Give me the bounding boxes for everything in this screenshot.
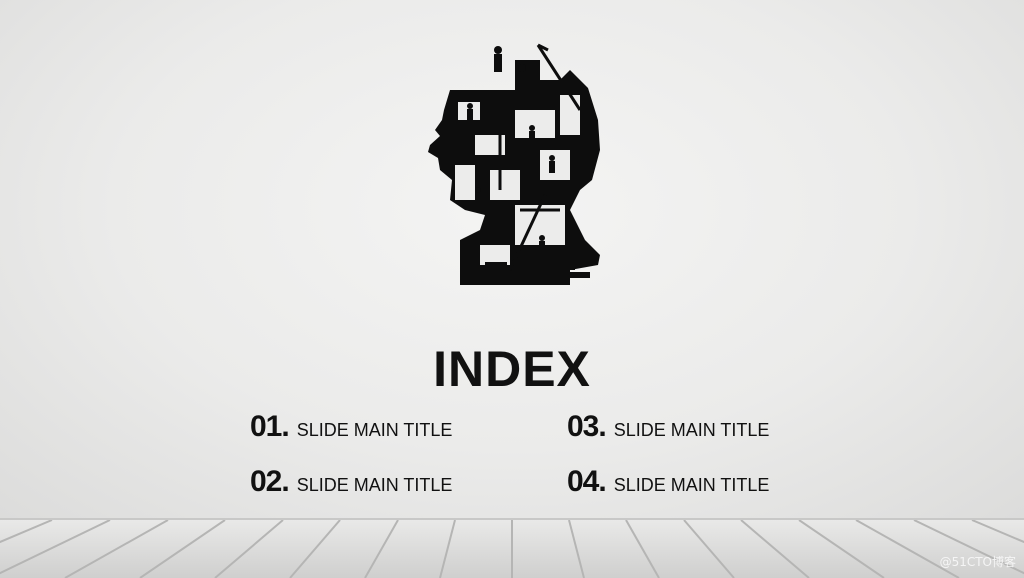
item-label: SLIDE MAIN TITLE (613, 475, 770, 495)
item-number: 04. (567, 465, 607, 498)
index-title: INDEX (433, 341, 591, 397)
index-item-04: 04. SLIDE MAIN TITLE (567, 465, 769, 499)
item-label: SLIDE MAIN TITLE (296, 420, 453, 440)
item-number: 02. (250, 465, 290, 498)
item-number: 01. (250, 410, 290, 443)
index-item-02: 02. SLIDE MAIN TITLE (250, 465, 452, 499)
item-label: SLIDE MAIN TITLE (613, 420, 770, 440)
head-construction-illustration (420, 40, 610, 285)
item-number: 03. (567, 410, 607, 443)
index-item-01: 01. SLIDE MAIN TITLE (250, 410, 452, 444)
item-label: SLIDE MAIN TITLE (296, 475, 453, 495)
wood-floor (0, 518, 1024, 578)
watermark: @51CTO博客 (939, 555, 1016, 569)
index-item-03: 03. SLIDE MAIN TITLE (567, 410, 769, 444)
